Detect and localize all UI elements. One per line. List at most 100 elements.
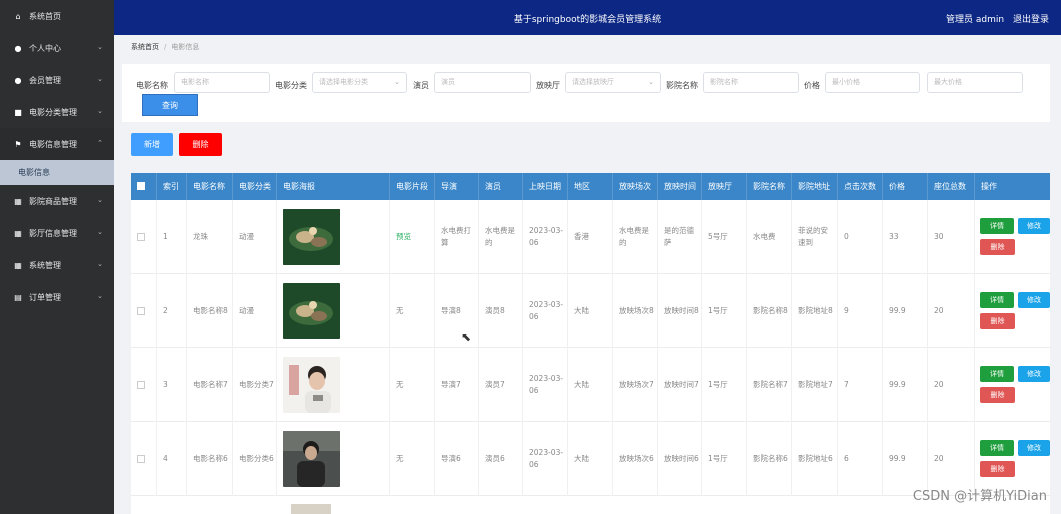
column-header[interactable]: 索引 (157, 173, 187, 200)
cell-movie-name: 电影名称6 (187, 422, 233, 496)
app-title: 基于springboot的影城会员管理系统 (513, 15, 662, 25)
chevron-down-icon: ⌄ (97, 196, 103, 204)
breadcrumb-separator: / (164, 43, 167, 51)
cinema-name-input[interactable]: 影院名称 (703, 72, 799, 93)
row-delete-button[interactable]: 删除 (980, 313, 1015, 329)
flag-icon: ⚑ (14, 139, 22, 149)
row-delete-button[interactable]: 删除 (980, 461, 1015, 477)
sidebar-item-cinema-goods[interactable]: ▦ 影院商品管理 ⌄ (0, 185, 114, 217)
column-header[interactable]: 价格 (883, 173, 928, 200)
sidebar-item-orders[interactable]: ▤ 订单管理 ⌄ (0, 281, 114, 313)
cell-clip: 无 (390, 422, 435, 496)
edit-button[interactable]: 修改 (1018, 366, 1050, 382)
cell-time: 放映时间8 (658, 274, 702, 348)
add-button[interactable]: 新增 (131, 133, 173, 156)
column-header[interactable]: 影院名称 (747, 173, 792, 200)
column-header[interactable]: 电影海报 (277, 173, 390, 200)
sidebar-item-movie-info[interactable]: ⚑ 电影信息管理 ⌃ (0, 128, 114, 160)
sidebar-item-home[interactable]: ⌂ 系统首页 (0, 0, 114, 32)
cell-address: 菲说的安速到 (792, 200, 838, 274)
chevron-down-icon: ⌄ (97, 75, 103, 83)
chevron-down-icon: ⌄ (394, 78, 400, 86)
column-header[interactable]: 电影名称 (187, 173, 233, 200)
movie-name-input[interactable]: 电影名称 (174, 72, 270, 93)
detail-button[interactable]: 详情 (980, 366, 1014, 382)
sidebar-item-personal-center[interactable]: ● 个人中心 ⌄ (0, 32, 114, 64)
cell-release-date: 2023-03-06 (523, 200, 568, 274)
row-actions: 详情 修改 删除 (980, 217, 1050, 257)
cell-release-date: 2023-03-06 (523, 348, 568, 422)
column-header[interactable]: 放映场次 (613, 173, 658, 200)
cell-director: 水电费打算 (435, 200, 479, 274)
edit-button[interactable]: 修改 (1018, 440, 1050, 456)
max-price-input[interactable]: 最大价格 (927, 72, 1023, 93)
row-delete-button[interactable]: 删除 (980, 239, 1015, 255)
row-select-cell (131, 274, 157, 348)
sidebar-item-hall-info[interactable]: ▦ 影厅信息管理 ⌄ (0, 217, 114, 249)
sidebar-item-system[interactable]: ▦ 系统管理 ⌄ (0, 249, 114, 281)
detail-button[interactable]: 详情 (980, 218, 1014, 234)
actor-input[interactable]: 演员 (434, 72, 531, 93)
edit-button[interactable]: 修改 (1018, 218, 1050, 234)
edit-button[interactable]: 修改 (1018, 292, 1050, 308)
row-checkbox[interactable] (137, 455, 145, 463)
cell-hall: 5号厅 (702, 200, 747, 274)
hall-label: 放映厅 (536, 81, 560, 90)
movie-poster-image (283, 357, 340, 413)
sidebar-item-member-management[interactable]: ● 会员管理 ⌄ (0, 64, 114, 96)
column-header[interactable]: 演员 (479, 173, 523, 200)
search-button[interactable]: 查询 (142, 94, 198, 116)
column-header[interactable]: 影院地址 (792, 173, 838, 200)
cell-region: 大陆 (568, 348, 613, 422)
movie-poster-image (291, 504, 331, 514)
column-header[interactable]: 上映日期 (523, 173, 568, 200)
grid-icon: ▦ (14, 260, 22, 270)
logout-link[interactable]: 退出登录 (1013, 15, 1049, 25)
row-checkbox[interactable] (137, 233, 145, 241)
row-checkbox[interactable] (137, 381, 145, 389)
cell-session: 放映场次7 (613, 348, 658, 422)
movie-poster-image (283, 283, 340, 339)
column-header[interactable]: 导演 (435, 173, 479, 200)
row-select-cell (131, 348, 157, 422)
row-delete-button[interactable]: 删除 (980, 387, 1015, 403)
cell-address: 影院地址8 (792, 274, 838, 348)
grid-icon: ▦ (14, 228, 22, 238)
cell-clicks: 6 (838, 422, 883, 496)
sidebar-item-movie-category[interactable]: ■ 电影分类管理 ⌄ (0, 96, 114, 128)
min-price-input[interactable]: 最小价格 (825, 72, 920, 93)
cell-index: 4 (157, 422, 187, 496)
row-checkbox[interactable] (137, 307, 145, 315)
column-header[interactable]: 电影片段 (390, 173, 435, 200)
cell-clicks: 7 (838, 348, 883, 422)
hall-select[interactable]: 请选择放映厅 ⌄ (565, 72, 661, 93)
cell-cinema: 水电费 (747, 200, 792, 274)
column-header[interactable]: 放映时间 (658, 173, 702, 200)
table-row: 2 电影名称8 动漫 无 导演8 演员8 2023-03-06 大陆 放映场次8… (131, 274, 1050, 348)
cell-category: 动漫 (233, 200, 277, 274)
cell-clip-preview[interactable]: 预览 (390, 200, 435, 274)
column-header[interactable]: 座位总数 (928, 173, 975, 200)
delete-button[interactable]: 删除 (179, 133, 222, 156)
sidebar-subitem-movie-info[interactable]: 电影信息 (0, 160, 114, 185)
breadcrumb-home[interactable]: 系统首页 (131, 43, 159, 51)
sidebar-item-label: 订单管理 (29, 292, 61, 302)
home-icon: ⌂ (15, 11, 21, 21)
movie-category-select[interactable]: 请选择电影分类 ⌄ (312, 72, 407, 93)
cell-poster (277, 422, 390, 496)
column-header[interactable]: 地区 (568, 173, 613, 200)
cell-seats: 20 (928, 348, 975, 422)
column-header[interactable]: 电影分类 (233, 173, 277, 200)
select-all-header (131, 173, 157, 200)
column-header[interactable]: 放映厅 (702, 173, 747, 200)
admin-label: 管理员 admin (946, 15, 1005, 25)
column-header[interactable]: 点击次数 (838, 173, 883, 200)
cell-session: 放映场次6 (613, 422, 658, 496)
select-all-checkbox[interactable] (137, 182, 145, 190)
detail-button[interactable]: 详情 (980, 292, 1014, 308)
user-icon: ● (14, 43, 22, 53)
detail-button[interactable]: 详情 (980, 440, 1014, 456)
doc-icon: ▤ (14, 292, 22, 302)
sidebar-item-label: 系统管理 (29, 260, 61, 270)
price-label: 价格 (804, 81, 820, 90)
